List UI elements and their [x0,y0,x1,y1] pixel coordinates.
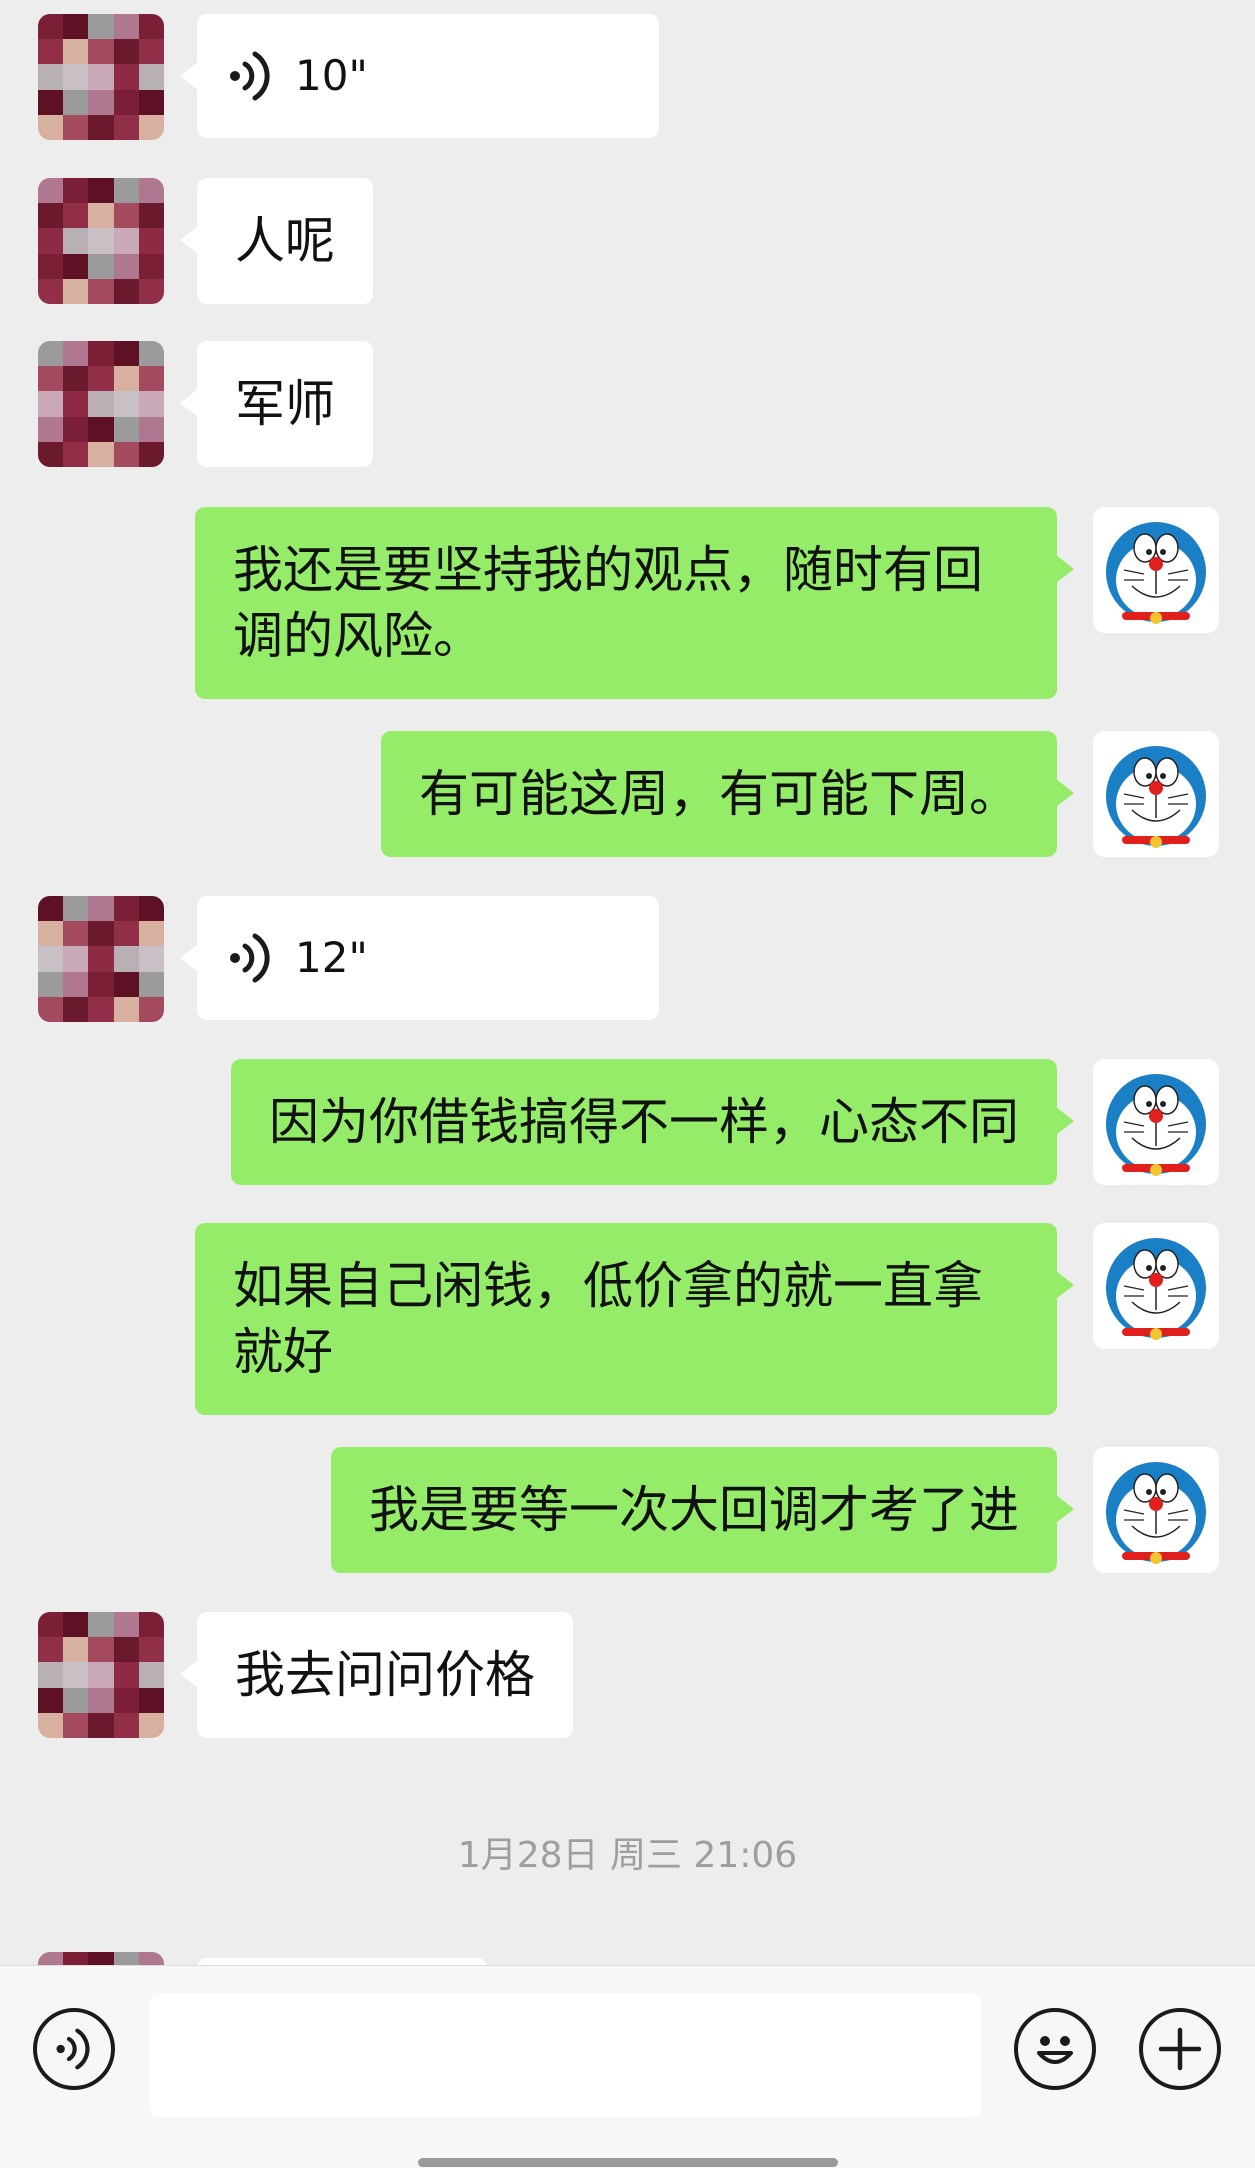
message-text: 我还是要坚持我的观点，随时有回调的风险。 [233,541,983,665]
message-bubble[interactable]: 有可能这周，有可能下周。 [381,731,1074,857]
chat-area[interactable]: 10" 人呢 军师 我还是要坚持我的观点，随时有回调的风险。 有可能这周，有可能… [0,0,1255,1965]
more-button[interactable] [1139,2008,1221,2090]
message-text: 人呢 [235,212,335,270]
voice-wave-icon [230,51,270,101]
message-text: 因为你借钱搞得不一样，心态不同 [269,1093,1019,1151]
message-text: 如果自己闲钱，低价拿的就一直拿就好 [233,1257,983,1381]
message-text: 我去问问价格 [235,1646,535,1704]
message-text: 有可能这周，有可能下周。 [419,765,1019,823]
doraemon-icon [1106,522,1206,624]
home-indicator[interactable] [418,2158,838,2167]
doraemon-icon [1106,1074,1206,1176]
message-bubble[interactable]: 我是要等一次大回调才考了进 [331,1447,1074,1573]
avatar-mosaic [38,896,164,1022]
message-bubble[interactable]: 如果自己闲钱，低价拿的就一直拿就好 [195,1223,1074,1415]
voice-wave-icon [230,933,270,983]
avatar-mosaic [38,14,164,140]
message-text: 军师 [235,375,335,433]
voice-duration: 12" [295,933,368,982]
contact-avatar[interactable] [38,341,164,467]
avatar-mosaic [38,341,164,467]
contact-avatar[interactable] [38,178,164,304]
voice-input-button[interactable] [33,2008,115,2090]
voice-icon [56,2028,90,2070]
message-bubble[interactable] [197,1958,487,1965]
contact-avatar[interactable] [38,1612,164,1738]
emoji-icon [1037,2036,1073,2064]
message-bubble[interactable]: 我去问问价格 [180,1612,573,1738]
message-bubble[interactable]: 军师 [180,341,373,467]
avatar-mosaic [38,178,164,304]
input-bar [0,1965,1255,2168]
message-timestamp: 1月28日 周三 21:06 [457,1835,798,1876]
contact-avatar[interactable] [38,896,164,1022]
message-text: 我是要等一次大回调才考了进 [369,1481,1019,1539]
message-bubble[interactable]: 我还是要坚持我的观点，随时有回调的风险。 [195,507,1074,699]
doraemon-icon [1106,1238,1206,1340]
avatar-mosaic [38,1952,164,1965]
voice-message-bubble[interactable]: 10" [180,14,659,138]
voice-duration: 10" [295,51,368,100]
my-avatar[interactable] [1093,731,1219,857]
my-avatar[interactable] [1093,1223,1219,1349]
message-bubble[interactable]: 人呢 [180,178,373,304]
my-avatar[interactable] [1093,1447,1219,1573]
avatar-mosaic [38,1612,164,1738]
contact-avatar[interactable] [38,1952,164,1965]
contact-avatar[interactable] [38,14,164,140]
message-input[interactable] [150,1993,982,2117]
plus-icon [1158,2027,1202,2071]
message-bubble[interactable]: 因为你借钱搞得不一样，心态不同 [231,1059,1074,1185]
emoji-button[interactable] [1014,2008,1096,2090]
voice-message-bubble[interactable]: 12" [180,896,659,1020]
my-avatar[interactable] [1093,507,1219,633]
doraemon-icon [1106,1462,1206,1564]
doraemon-icon [1106,746,1206,848]
my-avatar[interactable] [1093,1059,1219,1185]
